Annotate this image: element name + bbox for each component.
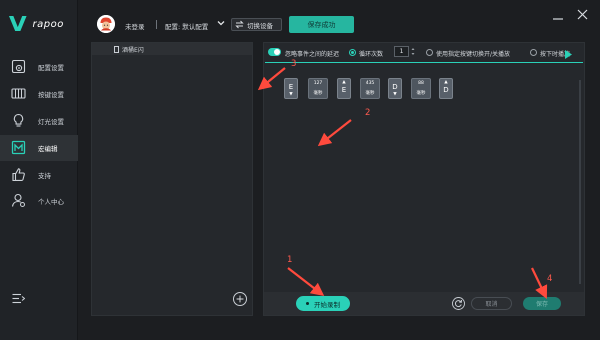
user-icon — [11, 193, 25, 207]
reset-icon[interactable] — [452, 297, 465, 310]
step-key-label: E — [341, 86, 347, 94]
step-delay-unit: 毫秒 — [313, 91, 323, 96]
switch-device-label: 切换设备 — [247, 21, 273, 30]
macro-step-key[interactable]: D ▼ — [388, 78, 402, 99]
step-key-label: D — [392, 83, 398, 91]
key-up-arrow-icon: ▲ — [444, 80, 448, 85]
hold-mode-radio[interactable] — [530, 49, 537, 56]
macro-icon — [11, 140, 26, 155]
avatar[interactable] — [97, 15, 115, 33]
logo-mark: V — [8, 12, 27, 36]
add-macro-icon[interactable] — [233, 292, 247, 306]
sidebar-item-label: 宏编辑 — [38, 145, 58, 153]
start-recording-label: 开始录制 — [314, 300, 340, 309]
step-key-label: D — [443, 86, 449, 94]
close-icon[interactable] — [577, 9, 588, 20]
minimize-icon[interactable] — [553, 12, 563, 20]
list-item[interactable]: 酒桶E闪 — [114, 45, 144, 54]
macro-list-panel: 酒桶E闪 — [91, 42, 253, 316]
loop-count-radio[interactable] — [349, 49, 356, 56]
keyboard-icon — [11, 88, 26, 99]
macro-step-key[interactable]: ▲ E — [337, 78, 351, 99]
sidebar-item-label: 个人中心 — [38, 198, 64, 206]
start-recording-button[interactable]: 开始录制 — [296, 296, 350, 311]
options-arrow-icon — [565, 50, 572, 59]
editor-scrollbar[interactable] — [579, 80, 581, 284]
key-down-arrow-icon: ▼ — [393, 92, 397, 97]
save-button[interactable]: 保存 — [523, 297, 561, 310]
macro-step-delay[interactable]: 127 毫秒 — [308, 78, 328, 99]
thumbs-up-icon — [12, 168, 25, 182]
document-icon — [114, 46, 119, 53]
ignore-delay-toggle[interactable] — [268, 48, 281, 56]
sidebar: V rapoo 配置设置 按键设置 灯光设置 宏编辑 支持 个人中心 — [0, 0, 78, 340]
annotation-number-2: 2 — [365, 108, 371, 118]
sidebar-item-config-settings[interactable]: 配置设置 — [0, 54, 78, 80]
macro-step-key[interactable]: ▲ D — [439, 78, 453, 99]
loop-count-stepper-icon[interactable] — [411, 47, 415, 56]
step-key-label: E — [288, 83, 294, 91]
macro-step-key[interactable]: E ▼ — [284, 78, 298, 99]
macro-step-delay[interactable]: 88 毫秒 — [411, 78, 431, 99]
lightbulb-icon — [13, 113, 24, 127]
macro-list-item-row[interactable]: 酒桶E闪 — [92, 43, 252, 55]
macro-step-delay[interactable]: 435 毫秒 — [360, 78, 380, 99]
cancel-button[interactable]: 取消 — [471, 297, 512, 310]
sidebar-item-light-settings[interactable]: 灯光设置 — [0, 108, 78, 134]
key-down-arrow-icon: ▼ — [289, 92, 293, 97]
sidebar-item-macro-editor[interactable]: 宏编辑 — [0, 135, 78, 161]
annotation-number-3: 3 — [291, 59, 297, 69]
sidebar-item-label: 支持 — [38, 172, 51, 180]
step-delay-unit: 毫秒 — [365, 91, 375, 96]
loop-count-input[interactable]: 1 — [394, 46, 409, 57]
avatar-face-icon — [97, 15, 115, 33]
macro-name: 酒桶E闪 — [122, 47, 144, 54]
current-config-label: 配置: 默认配置 — [165, 23, 209, 31]
save-success-toast: 保存成功 — [289, 16, 354, 33]
sidebar-item-label: 按键设置 — [38, 91, 64, 99]
sidebar-item-label: 配置设置 — [38, 64, 64, 72]
step-delay-value: 127 — [313, 81, 323, 86]
step-delay-value: 435 — [365, 81, 375, 86]
header-divider — [156, 20, 157, 29]
sidebar-item-support[interactable]: 支持 — [0, 162, 78, 188]
chevron-down-icon[interactable] — [217, 19, 225, 27]
step-delay-value: 88 — [418, 81, 424, 86]
ignore-delay-label: 忽略事件之间的延迟 — [285, 51, 340, 58]
sidebar-item-key-settings[interactable]: 按键设置 — [0, 81, 78, 107]
loop-count-label: 循环次数 — [359, 51, 384, 58]
annotation-number-1: 1 — [287, 255, 293, 265]
login-status[interactable]: 未登录 — [125, 21, 145, 31]
rapoo-logo: V rapoo — [8, 12, 64, 36]
sidebar-item-label: 灯光设置 — [38, 118, 64, 126]
collapse-menu-icon[interactable] — [12, 293, 25, 304]
sidebar-item-personal-center[interactable]: 个人中心 — [0, 188, 78, 214]
settings-doc-icon — [11, 59, 26, 74]
swap-icon — [235, 20, 244, 29]
step-delay-unit: 毫秒 — [416, 91, 426, 96]
record-dot-icon — [306, 302, 309, 305]
logo-wordmark: rapoo — [32, 18, 64, 30]
key-up-arrow-icon: ▲ — [342, 80, 346, 85]
toggle-mode-label: 使用指定按键切换开/关播放 — [436, 51, 511, 58]
switch-device-button[interactable]: 切换设备 — [231, 18, 282, 31]
annotation-number-4: 4 — [547, 274, 553, 284]
toggle-mode-radio[interactable] — [426, 49, 433, 56]
